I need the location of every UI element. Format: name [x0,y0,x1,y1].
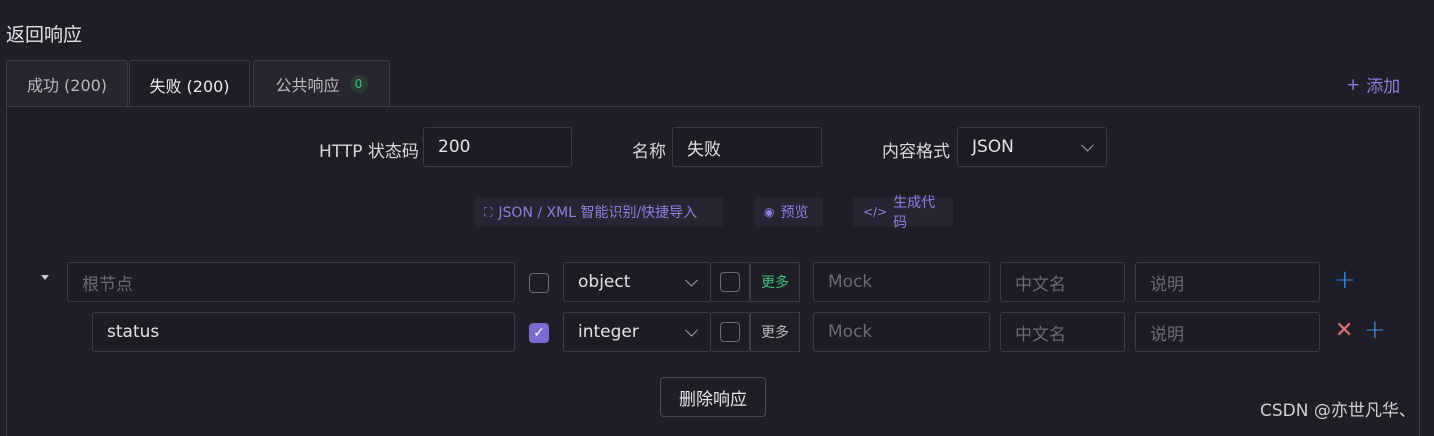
count-badge: 0 [349,75,368,93]
more-button[interactable]: 更多 [750,312,800,352]
status-code-input[interactable]: 200 [423,127,572,167]
plus-icon: + [1346,74,1361,95]
watermark: CSDN @亦世凡华、 [1260,401,1416,421]
add-sibling-plus-icon[interactable]: + [1364,315,1386,345]
scan-icon: ⛶ [484,204,493,219]
json-import-button[interactable]: ⛶ JSON / XML 智能识别/快捷导入 [474,197,723,227]
description-input[interactable]: 说明 [1135,312,1320,352]
nullable-checkbox[interactable] [720,322,740,342]
preview-label: 预览 [780,205,809,221]
tab-failure[interactable]: 失败 (200) [129,60,250,108]
check-icon: ✓ [533,325,545,341]
eye-icon: ◉ [764,205,775,219]
delete-response-button[interactable]: 删除响应 [660,377,766,417]
type-select[interactable]: object [563,262,711,302]
root-node-input[interactable]: 根节点 [67,262,515,302]
generate-code-label: 生成代码 [893,195,936,231]
mock-input[interactable]: Mock [813,262,990,302]
mock-input[interactable]: Mock [813,312,990,352]
tab-failure-label: 失败 (200) [149,76,230,96]
description-input[interactable]: 说明 [1135,262,1320,302]
chevron-down-icon [1081,138,1094,152]
code-icon: </> [863,205,888,219]
chevron-down-icon [685,273,698,287]
type-value: object [578,272,631,292]
preview-button[interactable]: ◉ 预览 [754,197,823,227]
collapse-caret-icon[interactable] [41,275,49,280]
tab-success-label: 成功 (200) [26,76,108,95]
type-value: integer [578,322,639,342]
nullable-checkbox[interactable] [720,272,740,292]
format-label: 内容格式 [882,142,950,162]
type-select[interactable]: integer [563,312,711,352]
chevron-down-icon [685,323,698,337]
tab-common-response[interactable]: 公共响应 0 [253,60,390,107]
chinese-name-input[interactable]: 中文名 [1000,262,1125,302]
required-checkbox-checked[interactable]: ✓ [529,323,549,343]
generate-code-button[interactable]: </> 生成代码 [853,195,953,231]
required-checkbox[interactable] [529,273,549,293]
name-label: 名称 [632,142,666,162]
format-value: JSON [972,137,1014,157]
more-button[interactable]: 更多 [750,262,800,302]
add-response-button[interactable]: + 添加 [1346,72,1401,98]
json-import-label: JSON / XML 智能识别/快捷导入 [498,205,698,221]
section-title: 返回响应 [6,24,83,46]
add-child-plus-icon[interactable]: + [1334,265,1356,295]
chinese-name-input[interactable]: 中文名 [1000,312,1125,352]
field-name-input[interactable]: status [92,312,515,352]
add-label: 添加 [1366,77,1401,97]
nullable-toggle[interactable] [710,262,750,302]
status-code-label: HTTP 状态码 [319,142,419,162]
format-select[interactable]: JSON [957,127,1107,167]
tab-success[interactable]: 成功 (200) [6,60,128,107]
delete-row-close-icon[interactable]: ✕ [1335,318,1353,343]
tab-common-label: 公共响应 [275,76,340,95]
name-input[interactable]: 失败 [672,127,822,167]
nullable-toggle[interactable] [710,312,750,352]
